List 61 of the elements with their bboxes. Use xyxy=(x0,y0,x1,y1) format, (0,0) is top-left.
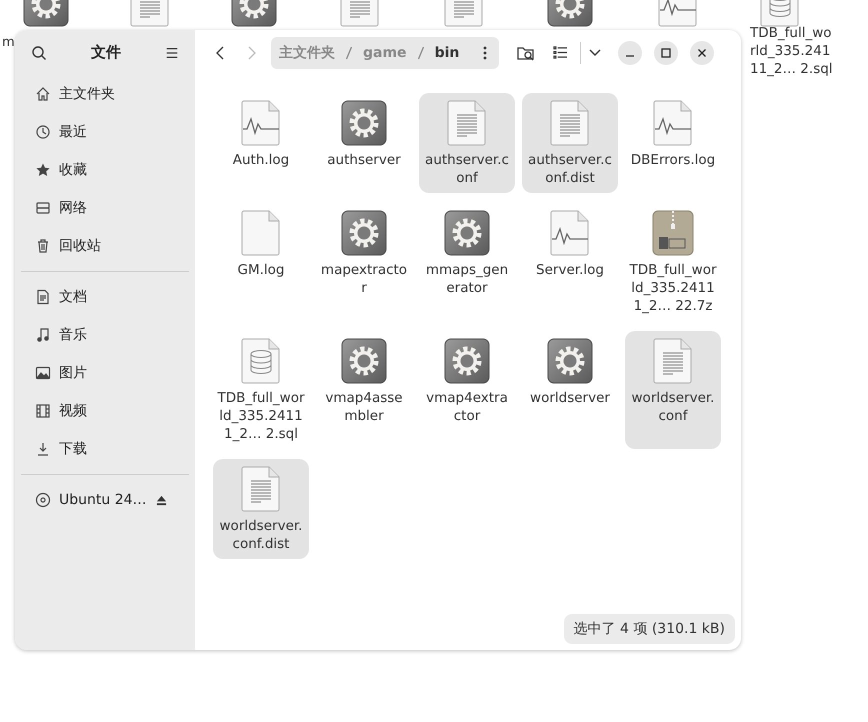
file-item[interactable]: worldserver.conf.dist xyxy=(213,459,309,559)
home-icon xyxy=(35,86,51,102)
more-options-icon[interactable] xyxy=(483,46,488,60)
network-icon xyxy=(35,200,51,216)
gear-icon xyxy=(340,99,388,147)
file-item[interactable]: GM.log xyxy=(213,203,309,321)
file-item[interactable]: DBErrors.log xyxy=(625,93,721,193)
file-item[interactable]: TDB_full_world_335.24111_2… 2.sql xyxy=(213,331,309,449)
file-item[interactable]: mapextractor xyxy=(316,203,412,321)
path-separator-icon xyxy=(345,46,353,60)
gear-icon xyxy=(443,337,491,385)
film-icon xyxy=(35,403,51,419)
file-item[interactable]: authserver xyxy=(316,93,412,193)
gear-icon xyxy=(546,337,594,385)
sidebar-item[interactable]: 文档 xyxy=(21,278,189,316)
desktop-file-label: m xyxy=(2,34,15,52)
file-item[interactable]: worldserver xyxy=(522,331,618,449)
sidebar-item[interactable]: 网络 xyxy=(21,189,189,227)
document-icon xyxy=(35,289,51,305)
sidebar-item[interactable]: 主文件夹 xyxy=(21,75,189,113)
file-item[interactable]: authserver.conf.dist xyxy=(522,93,618,193)
search-icon[interactable] xyxy=(31,44,47,60)
sidebar-item[interactable]: 收藏 xyxy=(21,151,189,189)
file-item[interactable]: vmap4assembler xyxy=(316,331,412,449)
star-icon xyxy=(35,162,51,178)
gear-icon xyxy=(340,209,388,257)
clock-icon xyxy=(35,124,51,140)
file-item[interactable]: TDB_full_world_335.24111_2… 22.7z xyxy=(625,203,721,321)
download-icon xyxy=(35,441,51,457)
sidebar-item[interactable]: 视频 xyxy=(21,392,189,430)
list-view-icon[interactable] xyxy=(553,46,568,59)
back-button[interactable] xyxy=(216,46,224,60)
file-item[interactable]: worldserver.conf xyxy=(625,331,721,449)
sidebar-item[interactable]: 最近 xyxy=(21,113,189,151)
trash-icon xyxy=(35,238,51,254)
path-crumb[interactable]: bin xyxy=(434,44,460,60)
eject-icon[interactable] xyxy=(156,494,167,506)
file-item[interactable]: authserver.conf xyxy=(419,93,515,193)
window-title: 文件 xyxy=(91,43,121,62)
file-item[interactable]: Auth.log xyxy=(213,93,309,193)
sidebar-item[interactable]: 下载 xyxy=(21,430,189,468)
sidebar-item[interactable]: 回收站 xyxy=(21,227,189,265)
sidebar-item[interactable]: Ubuntu 24… xyxy=(21,481,189,519)
picture-icon xyxy=(35,365,51,381)
file-item[interactable]: vmap4extractor xyxy=(419,331,515,449)
maximize-button[interactable] xyxy=(654,40,678,64)
caret-icon[interactable] xyxy=(589,48,602,56)
sidebar-item[interactable]: 音乐 xyxy=(21,316,189,354)
path-separator-icon xyxy=(416,46,425,60)
file-item[interactable]: Server.log xyxy=(522,203,618,321)
close-button[interactable] xyxy=(690,40,714,64)
file-item[interactable]: mmaps_generator xyxy=(419,203,515,321)
sidebar-item[interactable]: 图片 xyxy=(21,354,189,392)
selection-status: 选中了 4 项 (310.1 kB) xyxy=(564,614,735,644)
gear-icon xyxy=(443,209,491,257)
desktop-file-label: TDB_full_wo rld_335.241 11_2… 2.sql xyxy=(750,24,834,78)
disc-icon xyxy=(35,492,51,508)
folder-search-icon[interactable] xyxy=(517,44,536,60)
menu-icon[interactable] xyxy=(165,46,179,60)
music-note-icon xyxy=(35,327,51,343)
gear-icon xyxy=(340,337,388,385)
